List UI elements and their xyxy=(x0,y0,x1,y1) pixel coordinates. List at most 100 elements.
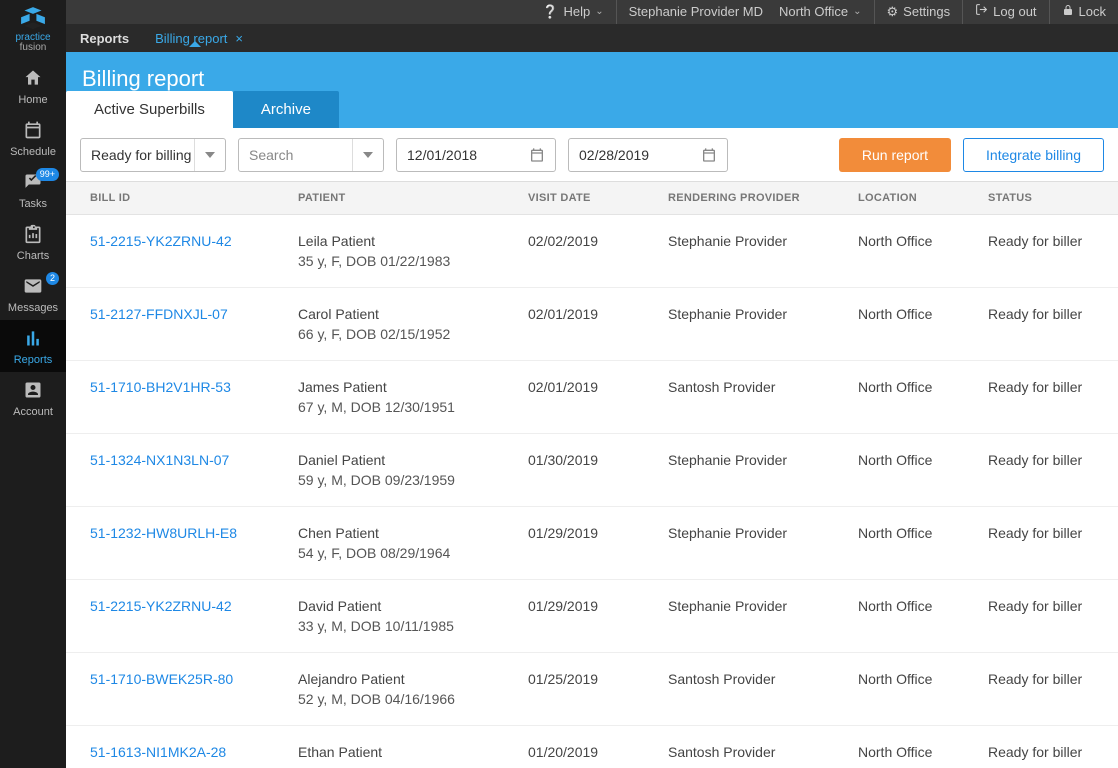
date-to-input[interactable]: 02/28/2019 xyxy=(568,138,728,172)
lock-icon xyxy=(1062,0,1074,24)
bill-id-link[interactable]: 51-2215-YK2ZRNU-42 xyxy=(90,233,232,249)
run-report-button[interactable]: Run report xyxy=(839,138,951,172)
nav-item-charts[interactable]: Charts xyxy=(0,216,66,268)
table-row: 51-2127-FFDNXJL-07Carol Patient66 y, F, … xyxy=(66,288,1118,361)
bill-id-link[interactable]: 51-1324-NX1N3LN-07 xyxy=(90,452,229,468)
home-icon xyxy=(23,79,43,91)
status: Ready for biller xyxy=(976,507,1118,580)
patient-sub: 59 y, M, DOB 09/23/1959 xyxy=(298,472,504,488)
bill-id-link[interactable]: 51-1613-NI1MK2A-28 xyxy=(90,744,226,760)
topbar: ❔ Help ⌄ Stephanie Provider MD North Off… xyxy=(0,0,1118,24)
status: Ready for biller xyxy=(976,580,1118,653)
col-status[interactable]: STATUS xyxy=(976,182,1118,215)
nav-item-account[interactable]: Account xyxy=(0,372,66,424)
leftnav: practice fusion Home Schedule 99+TasksChar… xyxy=(0,0,66,768)
integrate-billing-button[interactable]: Integrate billing xyxy=(963,138,1104,172)
status-filter-value: Ready for billing xyxy=(91,147,191,163)
nav-item-tasks[interactable]: 99+Tasks xyxy=(0,164,66,216)
location: North Office xyxy=(846,653,976,726)
search-placeholder: Search xyxy=(249,147,293,163)
nav-label: Schedule xyxy=(0,146,66,158)
charts-icon xyxy=(23,235,43,247)
results-table-wrap[interactable]: BILL ID PATIENT VISIT DATE RENDERING PRO… xyxy=(66,182,1118,768)
col-visit[interactable]: VISIT DATE xyxy=(516,182,656,215)
status-filter-dropdown[interactable]: Ready for billing xyxy=(80,138,226,172)
bill-id-link[interactable]: 51-1232-HW8URLH-E8 xyxy=(90,525,237,541)
location: North Office xyxy=(846,580,976,653)
help-icon: ❔ xyxy=(542,0,558,24)
provider: Stephanie Provider xyxy=(656,215,846,288)
bill-id-link[interactable]: 51-2127-FFDNXJL-07 xyxy=(90,306,228,322)
bill-id-link[interactable]: 51-2215-YK2ZRNU-42 xyxy=(90,598,232,614)
office-menu[interactable]: North Office ⌄ xyxy=(775,0,874,24)
nav-item-home[interactable]: Home xyxy=(0,60,66,112)
tab-active-superbills[interactable]: Active Superbills xyxy=(66,91,233,128)
chevron-down-icon: ⌄ xyxy=(595,0,603,24)
visit-date: 02/01/2019 xyxy=(516,361,656,434)
open-tab-billing-report[interactable]: Billing report × xyxy=(143,31,247,46)
col-location[interactable]: LOCATION xyxy=(846,182,976,215)
help-label: Help xyxy=(563,0,590,24)
provider: Stephanie Provider xyxy=(656,580,846,653)
patient-name: Carol Patient xyxy=(298,306,379,322)
badge: 99+ xyxy=(36,168,59,181)
bill-id-link[interactable]: 51-1710-BWEK25R-80 xyxy=(90,671,233,687)
provider: Stephanie Provider xyxy=(656,434,846,507)
col-patient[interactable]: PATIENT xyxy=(286,182,516,215)
patient-name: Chen Patient xyxy=(298,525,379,541)
status: Ready for biller xyxy=(976,288,1118,361)
status: Ready for biller xyxy=(976,215,1118,288)
patient-name: Alejandro Patient xyxy=(298,671,405,687)
visit-date: 01/30/2019 xyxy=(516,434,656,507)
page-header: Billing report Active Superbills Archive xyxy=(66,52,1118,128)
col-provider[interactable]: RENDERING PROVIDER xyxy=(656,182,846,215)
lock-link[interactable]: Lock xyxy=(1049,0,1118,24)
user-menu[interactable]: Stephanie Provider MD xyxy=(616,0,775,24)
tabstrip: Reports Billing report × xyxy=(66,24,1118,52)
date-from-value: 12/01/2018 xyxy=(407,147,477,163)
page-tabs: Active Superbills Archive xyxy=(66,91,339,128)
bill-id-link[interactable]: 51-1710-BH2V1HR-53 xyxy=(90,379,231,395)
nav-item-reports[interactable]: Reports xyxy=(0,320,66,372)
close-icon[interactable]: × xyxy=(235,31,243,46)
search-dropdown[interactable]: Search xyxy=(238,138,384,172)
status: Ready for biller xyxy=(976,434,1118,507)
table-row: 51-1710-BH2V1HR-53James Patient67 y, M, … xyxy=(66,361,1118,434)
nav-label: Messages xyxy=(0,302,66,314)
col-bill-id[interactable]: BILL ID xyxy=(66,182,286,215)
visit-date: 01/29/2019 xyxy=(516,507,656,580)
logo-icon xyxy=(16,7,50,31)
gear-icon: ⚙ xyxy=(887,0,899,24)
breadcrumb-root[interactable]: Reports xyxy=(66,31,143,46)
logout-link[interactable]: Log out xyxy=(962,0,1048,24)
settings-link[interactable]: ⚙ Settings xyxy=(874,0,963,24)
help-menu[interactable]: ❔ Help ⌄ xyxy=(530,0,615,24)
visit-date: 01/29/2019 xyxy=(516,580,656,653)
patient-name: Leila Patient xyxy=(298,233,375,249)
provider: Stephanie Provider xyxy=(656,288,846,361)
messages-icon xyxy=(23,287,43,299)
nav-item-schedule[interactable]: Schedule xyxy=(0,112,66,164)
chevron-down-icon xyxy=(205,152,215,158)
patient-sub: 52 y, M, DOB 04/16/1966 xyxy=(298,691,504,707)
location: North Office xyxy=(846,507,976,580)
date-from-input[interactable]: 12/01/2018 xyxy=(396,138,556,172)
date-to-value: 02/28/2019 xyxy=(579,147,649,163)
location: North Office xyxy=(846,361,976,434)
brand-bottom: fusion xyxy=(20,43,47,53)
table-row: 51-2215-YK2ZRNU-42 Leila Patient 35 y, F, … xyxy=(66,215,1118,288)
visit-date: 01/20/2019 xyxy=(516,726,656,768)
account-icon xyxy=(23,391,43,403)
nav-item-messages[interactable]: 2Messages xyxy=(0,268,66,320)
status: Ready for biller xyxy=(976,653,1118,726)
open-tab-label: Billing report xyxy=(155,31,227,46)
tab-archive[interactable]: Archive xyxy=(233,91,339,128)
patient-sub: 35 y, F, DOB 01/22/1983 xyxy=(298,253,504,269)
schedule-icon xyxy=(23,131,43,143)
brand-logo[interactable]: practice fusion xyxy=(0,0,66,60)
provider: Santosh Provider xyxy=(656,361,846,434)
tasks-icon xyxy=(23,183,43,195)
calendar-icon xyxy=(529,147,545,163)
table-row: 51-1710-BWEK25R-80 Alejandro Patient 52 y,… xyxy=(66,653,1118,726)
results-table: BILL ID PATIENT VISIT DATE RENDERING PRO… xyxy=(66,182,1118,768)
